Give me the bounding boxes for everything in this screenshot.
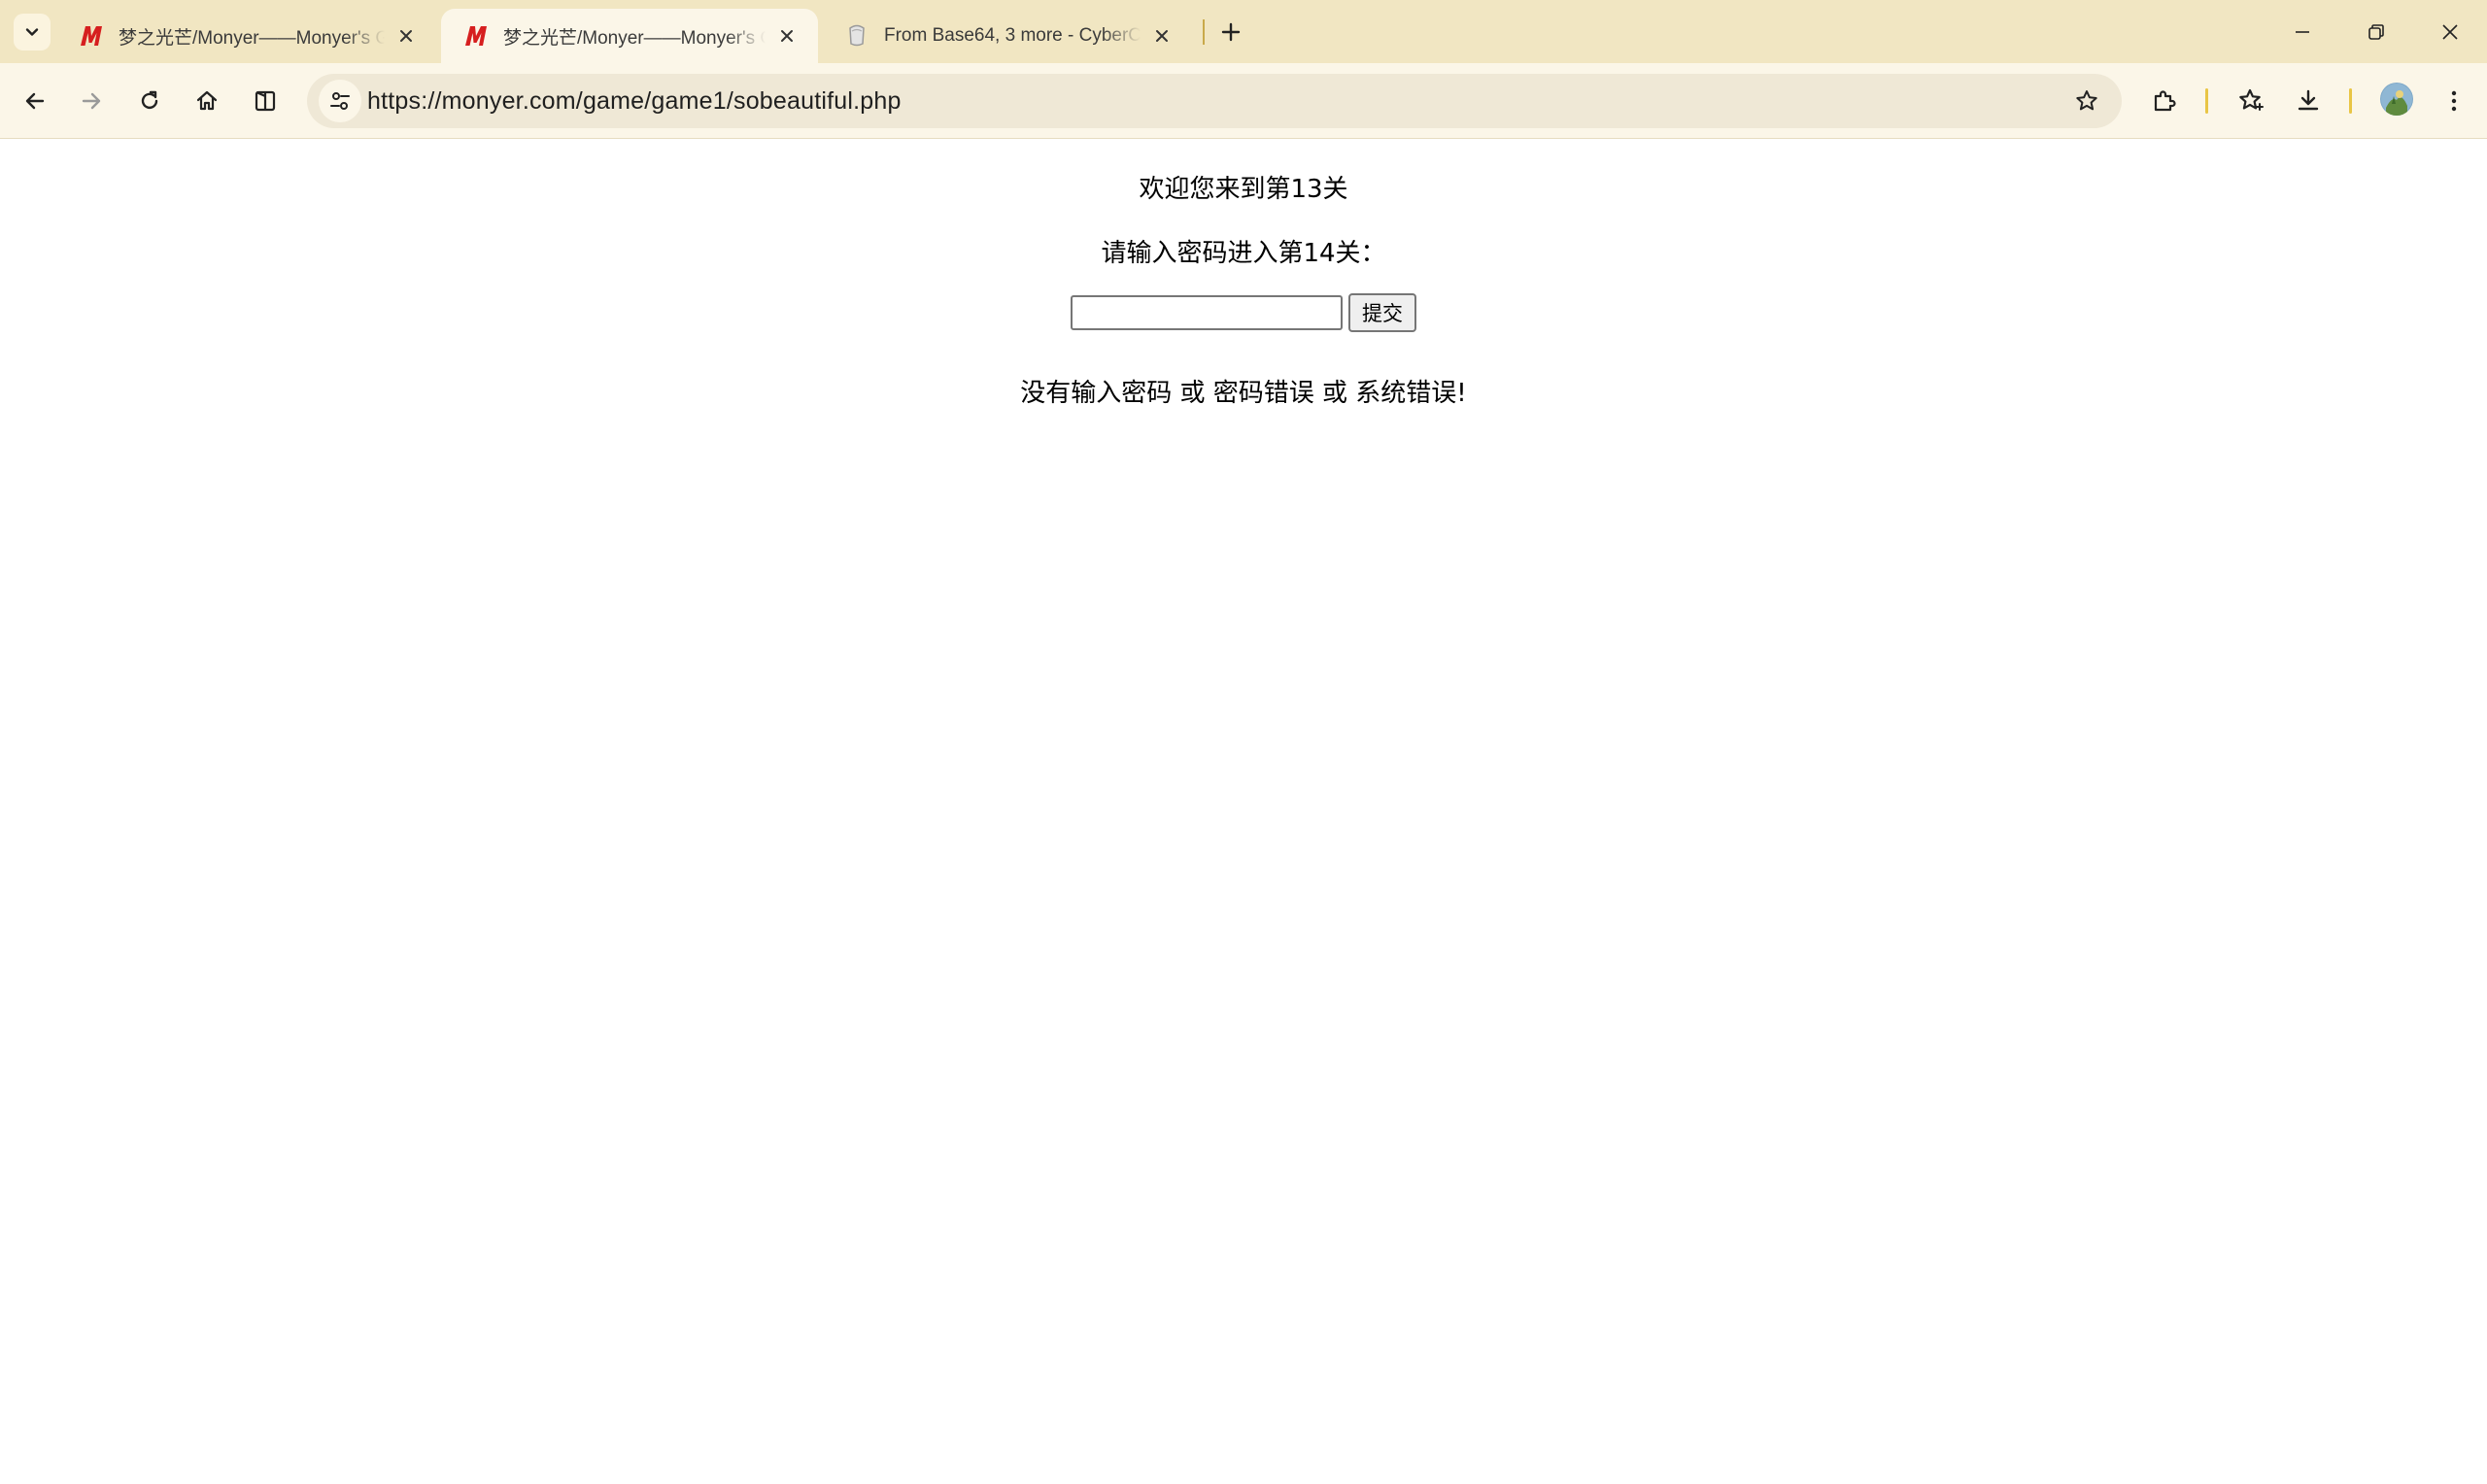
minimize-icon [2296,30,2309,33]
cyberchef-icon [843,22,870,50]
arrow-left-icon [25,92,45,110]
tab-title: From Base64, 3 more - CyberChef [884,25,1141,46]
plus-icon [1221,22,1241,42]
tab-separator [1203,19,1205,45]
close-icon[interactable] [773,22,801,50]
restore-button[interactable] [2341,0,2411,63]
tab-monyer-2[interactable]: 梦之光芒/Monyer——Monyer's Game [441,9,818,63]
close-icon[interactable] [1148,22,1175,50]
favorites-button[interactable] [2230,80,2272,122]
close-icon [2442,23,2458,40]
error-message: 没有输入密码 或 密码错误 或 系统错误! [1020,379,1467,408]
password-prompt: 请输入密码进入第14关： [1101,239,1386,268]
tab-cyberchef[interactable]: From Base64, 3 more - CyberChef [822,9,1193,63]
extensions-button[interactable] [2143,80,2186,122]
profile-avatar[interactable] [2380,83,2413,116]
password-form: 提交 [0,293,2487,332]
home-icon [196,90,218,111]
toolbar-separator [2349,88,2352,114]
tune-icon [330,92,350,110]
monyer-m-icon [462,22,490,50]
split-screen-button[interactable] [244,80,287,122]
home-button[interactable] [186,80,228,122]
downloads-button[interactable] [2287,80,2330,122]
submit-button[interactable]: 提交 [1348,293,1416,332]
forward-button[interactable] [70,80,113,122]
page-content: 欢迎您来到第13关 请输入密码进入第14关： 提交 没有输入密码 或 密码错误 … [0,140,2487,1484]
bookmark-star-button[interactable] [2065,80,2108,122]
tab-title: 梦之光芒/Monyer——Monyer's Game [503,27,766,49]
monyer-m-icon [78,22,105,50]
more-vertical-icon [2451,90,2457,112]
new-tab-button[interactable] [1212,14,1249,51]
browser-toolbar: https://monyer.com/game/game1/sobeautifu… [0,63,2487,139]
tab-title: 梦之光芒/Monyer——Monyer's Game [119,27,385,49]
back-button[interactable] [14,80,56,122]
tab-search-button[interactable] [14,14,51,51]
reload-icon [141,90,158,110]
split-screen-icon [255,90,276,112]
site-info-button[interactable] [319,80,361,122]
download-icon [2298,89,2319,111]
close-window-button[interactable] [2415,0,2485,63]
arrow-right-icon [82,92,101,110]
favorites-star-icon [2239,88,2264,111]
address-bar[interactable]: https://monyer.com/game/game1/sobeautifu… [307,74,2122,128]
menu-button[interactable] [2433,80,2475,122]
restore-icon [2368,23,2384,40]
reload-button[interactable] [128,80,171,122]
password-input[interactable] [1071,295,1343,330]
star-icon [2076,90,2097,111]
welcome-heading: 欢迎您来到第13关 [1139,175,1348,204]
chevron-down-icon [25,28,39,36]
close-icon[interactable] [392,22,420,50]
tab-monyer-1[interactable]: 梦之光芒/Monyer——Monyer's Game [56,9,437,63]
puzzle-icon [2154,90,2176,112]
avatar-icon [2380,83,2413,116]
tab-strip: 梦之光芒/Monyer——Monyer's Game 梦之光芒/Monyer——… [0,0,2487,63]
minimize-button[interactable] [2267,0,2337,63]
url-text[interactable]: https://monyer.com/game/game1/sobeautifu… [367,87,902,116]
toolbar-separator [2205,88,2208,114]
